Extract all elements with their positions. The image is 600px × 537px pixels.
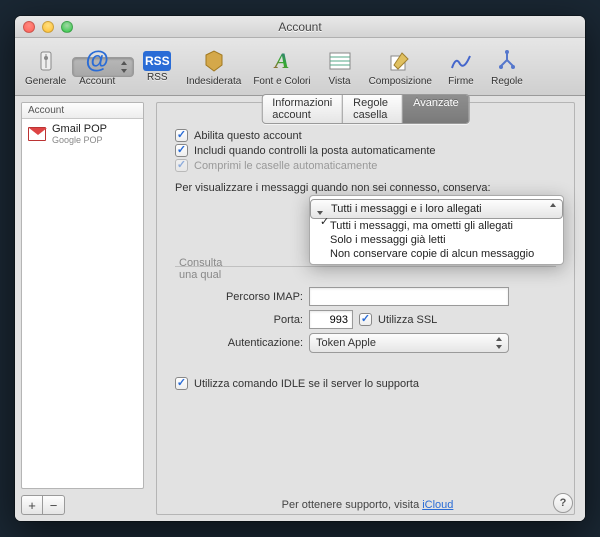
- checkbox-icon[interactable]: [175, 377, 188, 390]
- tabs: Informazioni account Regole casella Avan…: [261, 94, 470, 124]
- footer: Per ottenere supporto, visita iCloud: [150, 499, 585, 511]
- toolbar-view[interactable]: Vista: [317, 40, 363, 94]
- offline-label: Per visualizzare i messaggi quando non s…: [175, 182, 556, 194]
- toolbar-junk[interactable]: Indesiderata: [180, 40, 247, 94]
- toolbar-rules[interactable]: Regole: [484, 40, 530, 94]
- remove-button[interactable]: −: [43, 495, 65, 515]
- settings-panel: Informazioni account Regole casella Avan…: [156, 102, 575, 515]
- toolbar-compose[interactable]: Composizione: [363, 40, 438, 94]
- port-row: Porta: Utilizza SSL: [175, 310, 556, 329]
- enable-account-label: Abilita questo account: [194, 130, 302, 142]
- tab-info[interactable]: Informazioni account: [262, 95, 343, 123]
- body: Account Gmail POP Google POP + − Informa…: [15, 96, 585, 521]
- toolbar-fonts[interactable]: A Font e Colori: [247, 40, 316, 94]
- add-button[interactable]: +: [21, 495, 43, 515]
- dropdown-item[interactable]: Tutti i messaggi e i loro allegati: [310, 199, 563, 219]
- view-icon: [326, 47, 354, 75]
- offline-dropdown[interactable]: Tutti i messaggi e i loro allegati Tutti…: [309, 195, 564, 265]
- consult-text-2: una qual: [179, 269, 556, 281]
- ssl-label: Utilizza SSL: [378, 314, 437, 326]
- account-row[interactable]: Gmail POP Google POP: [22, 119, 143, 149]
- account-name: Gmail POP: [52, 123, 107, 135]
- slider-icon: [32, 47, 60, 75]
- compress-label: Comprimi le caselle automaticamente: [194, 160, 377, 172]
- toolbar-account[interactable]: @ Account: [72, 57, 134, 77]
- window-title: Account: [15, 20, 585, 34]
- idle-row[interactable]: Utilizza comando IDLE se il server lo su…: [175, 377, 556, 390]
- toolbar-label: RSS: [147, 72, 168, 83]
- font-icon: A: [268, 47, 296, 75]
- sidebar: Account Gmail POP Google POP + −: [15, 96, 150, 521]
- dropdown-item[interactable]: Non conservare copie di alcun messaggio: [310, 247, 563, 261]
- main: Informazioni account Regole casella Avan…: [150, 96, 585, 521]
- toolbar-label: Firme: [448, 76, 474, 87]
- dropdown-item[interactable]: Tutti i messaggi, ma ometti gli allegati: [310, 219, 563, 233]
- signature-icon: [447, 47, 475, 75]
- account-list-header: Account: [22, 103, 143, 119]
- footer-text: Per ottenere supporto, visita: [282, 499, 420, 511]
- include-auto-label: Includi quando controlli la posta automa…: [194, 145, 436, 157]
- checkbox-icon[interactable]: [175, 144, 188, 157]
- dropdown-item[interactable]: Solo i messaggi già letti: [310, 233, 563, 247]
- help-button[interactable]: ?: [553, 493, 573, 513]
- toolbar-label: Regole: [491, 76, 523, 87]
- tab-advanced[interactable]: Avanzate: [403, 95, 469, 123]
- enable-account-row[interactable]: Abilita questo account: [175, 129, 556, 142]
- imap-path-input[interactable]: [309, 287, 509, 306]
- toolbar-rss[interactable]: RSS RSS: [134, 40, 180, 94]
- compress-row: Comprimi le caselle automaticamente: [175, 159, 556, 172]
- include-auto-row[interactable]: Includi quando controlli la posta automa…: [175, 144, 556, 157]
- imap-path-label: Percorso IMAP:: [175, 291, 303, 303]
- checkbox-icon[interactable]: [359, 313, 372, 326]
- junk-icon: [200, 47, 228, 75]
- rules-icon: [493, 47, 521, 75]
- toolbar-signatures[interactable]: Firme: [438, 40, 484, 94]
- rss-icon: RSS: [143, 51, 171, 71]
- imap-path-row: Percorso IMAP:: [175, 287, 556, 306]
- idle-label: Utilizza comando IDLE se il server lo su…: [194, 378, 419, 390]
- toolbar-label: Vista: [329, 76, 351, 87]
- add-remove: + −: [21, 495, 144, 515]
- gmail-icon: [28, 127, 46, 141]
- checkbox-icon[interactable]: [175, 129, 188, 142]
- account-list[interactable]: Account Gmail POP Google POP: [21, 102, 144, 489]
- preferences-window: Account Generale @ Account RSS RSS Indes…: [15, 16, 585, 521]
- titlebar[interactable]: Account: [15, 16, 585, 38]
- toolbar-label: Font e Colori: [253, 76, 310, 87]
- auth-label: Autenticazione:: [175, 337, 303, 349]
- account-type: Google POP: [52, 135, 107, 145]
- auth-select[interactable]: Token Apple: [309, 333, 509, 353]
- port-label: Porta:: [175, 314, 303, 326]
- toolbar: Generale @ Account RSS RSS Indesiderata …: [15, 38, 585, 96]
- at-icon: @: [83, 47, 111, 75]
- icloud-link[interactable]: iCloud: [422, 499, 453, 511]
- auth-row: Autenticazione: Token Apple: [175, 333, 556, 353]
- toolbar-label: Generale: [25, 76, 66, 87]
- toolbar-label: Account: [79, 76, 115, 87]
- toolbar-label: Indesiderata: [186, 76, 241, 87]
- compose-icon: [386, 47, 414, 75]
- toolbar-label: Composizione: [369, 76, 432, 87]
- toolbar-generale[interactable]: Generale: [19, 40, 72, 94]
- checkbox-icon: [175, 159, 188, 172]
- tab-rules[interactable]: Regole casella: [343, 95, 403, 123]
- port-input[interactable]: [309, 310, 353, 329]
